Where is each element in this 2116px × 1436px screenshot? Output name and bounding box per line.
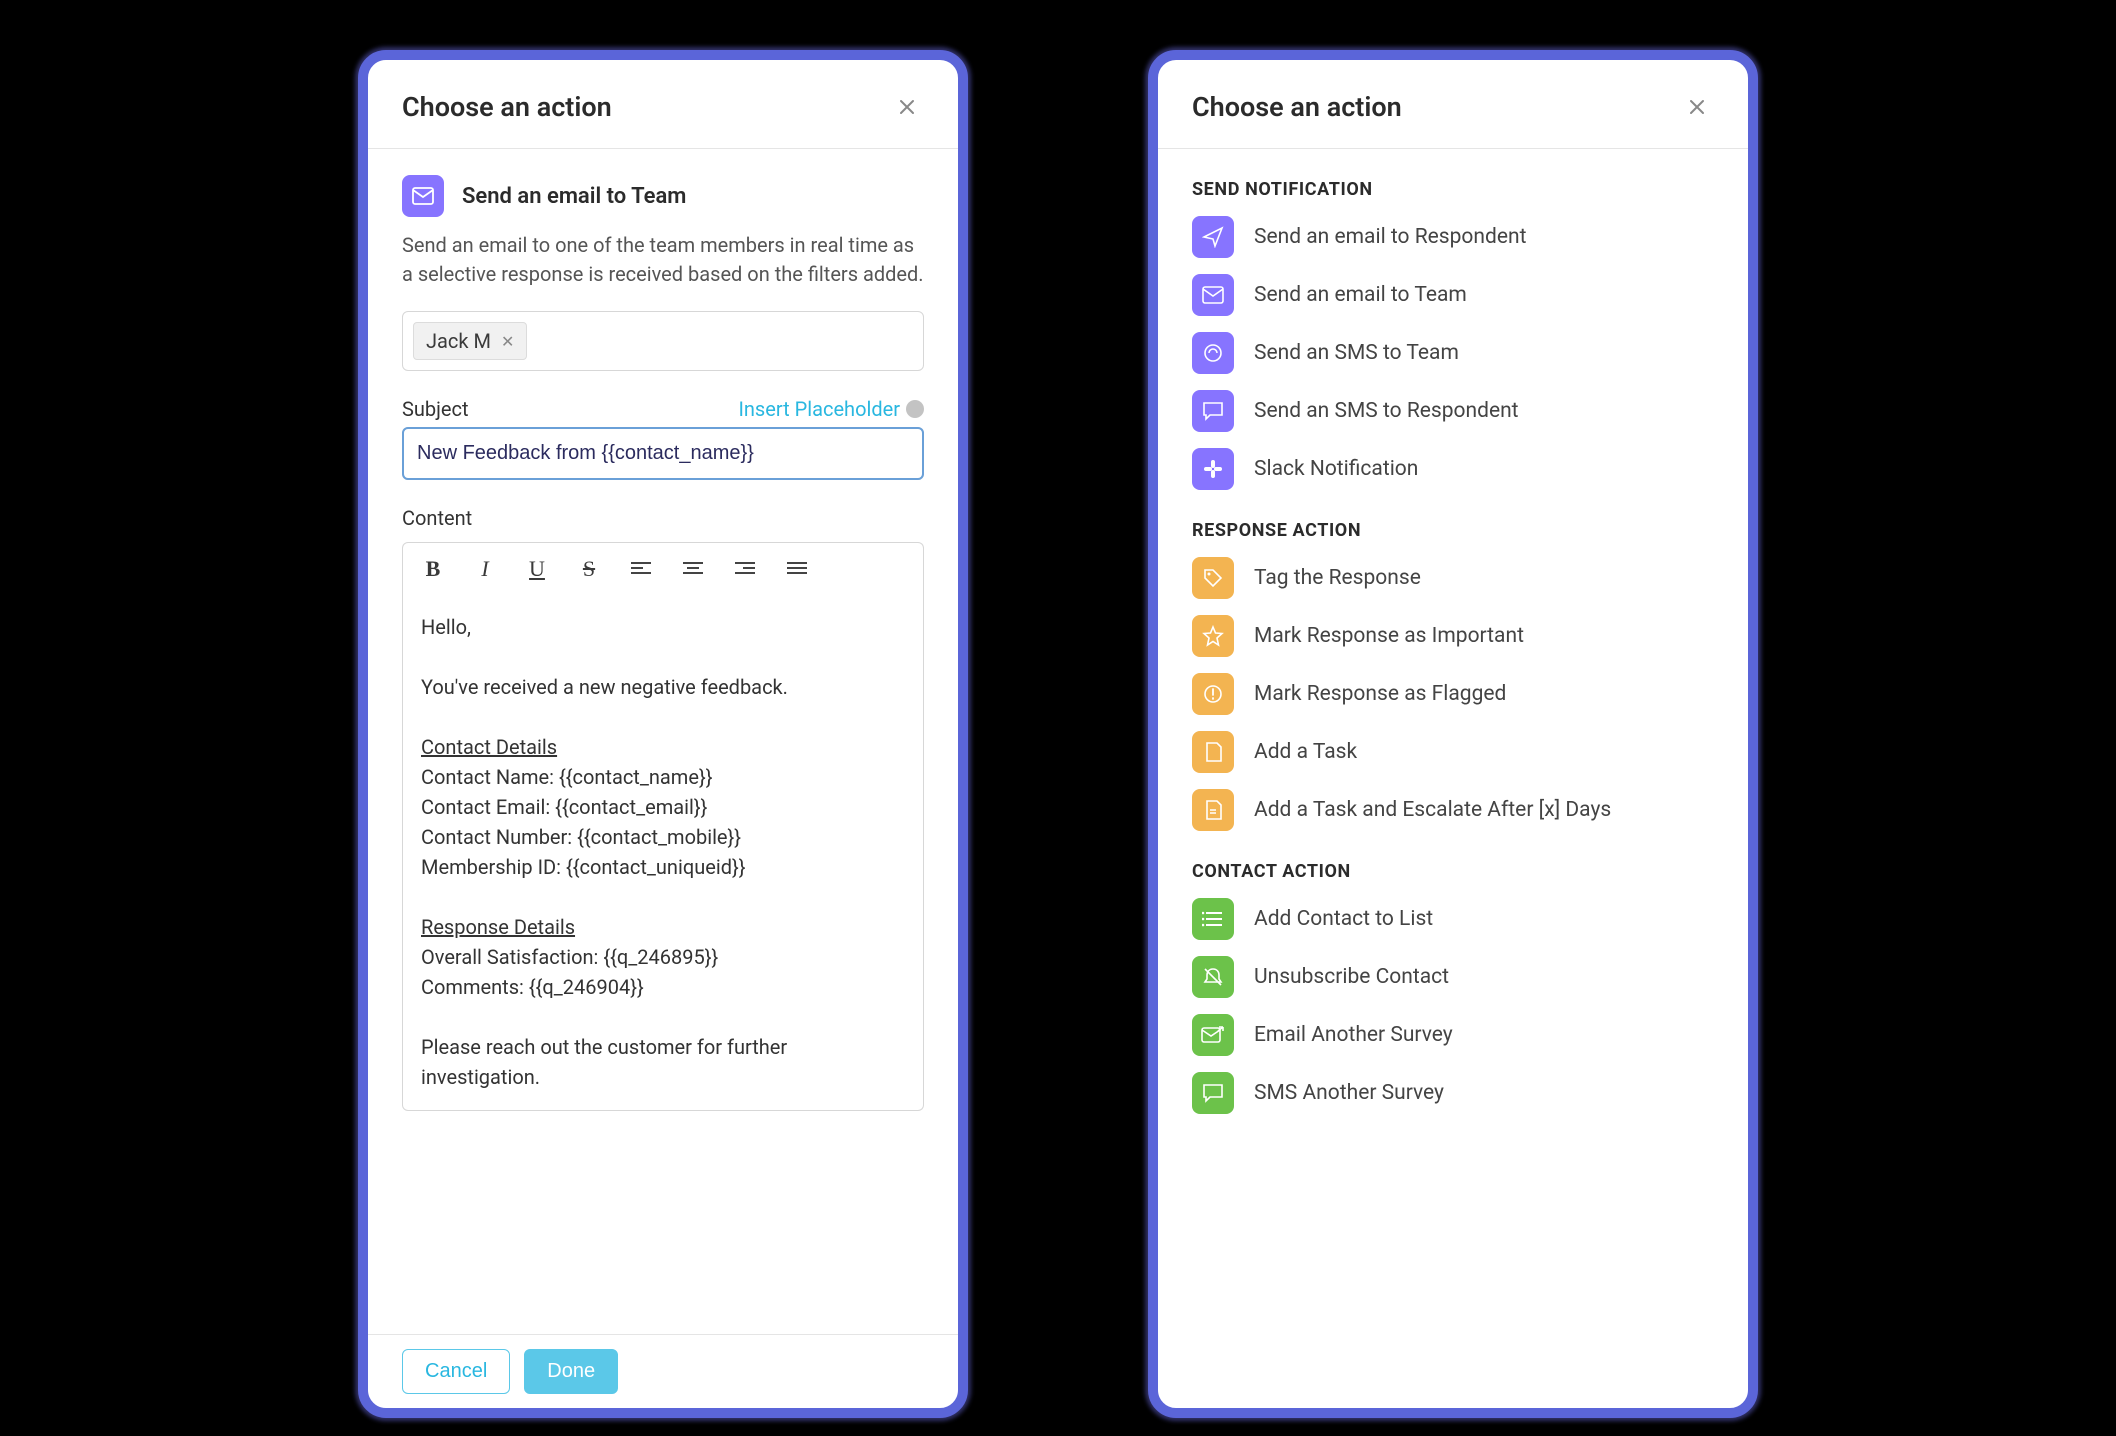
action-add-task-escalate[interactable]: Add a Task and Escalate After [x] Days <box>1192 789 1714 831</box>
subject-label: Subject <box>402 397 469 421</box>
align-justify-button[interactable] <box>771 543 823 595</box>
action-email-team[interactable]: Send an email to Team <box>1192 274 1714 316</box>
panel-body: Send an email to Team Send an email to o… <box>368 149 958 1334</box>
action-add-task[interactable]: Add a Task <box>1192 731 1714 773</box>
action-mark-important[interactable]: Mark Response as Important <box>1192 615 1714 657</box>
action-sms-team[interactable]: Send an SMS to Team <box>1192 332 1714 374</box>
panel-body: SEND NOTIFICATION Send an email to Respo… <box>1158 149 1748 1408</box>
align-center-button[interactable] <box>667 543 719 595</box>
action-description: Send an email to one of the team members… <box>402 231 924 289</box>
align-center-icon <box>683 561 703 577</box>
task-icon <box>1192 731 1234 773</box>
mail-arrow-icon <box>1192 1014 1234 1056</box>
content-label-row: Content <box>402 506 924 530</box>
close-button[interactable] <box>890 90 924 124</box>
action-email-another-survey[interactable]: Email Another Survey <box>1192 1014 1714 1056</box>
close-icon <box>899 99 915 115</box>
action-tag-response[interactable]: Tag the Response <box>1192 557 1714 599</box>
task-escalate-icon <box>1192 789 1234 831</box>
action-summary: Send an email to Team Send an email to o… <box>402 175 924 289</box>
panel-header: Choose an action <box>1158 60 1748 149</box>
close-icon <box>1689 99 1705 115</box>
list-response-action: Tag the Response Mark Response as Import… <box>1192 557 1714 831</box>
slack-icon <box>1192 448 1234 490</box>
align-right-button[interactable] <box>719 543 771 595</box>
sms-team-icon <box>1192 332 1234 374</box>
action-sms-respondent[interactable]: Send an SMS to Respondent <box>1192 390 1714 432</box>
tag-icon <box>1192 557 1234 599</box>
panel-compose-action: Choose an action Send an email to Team S… <box>358 50 968 1418</box>
list-contact-action: Add Contact to List Unsubscribe Contact … <box>1192 898 1714 1114</box>
action-name: Send an email to Team <box>462 184 686 209</box>
subject-label-row: Subject Insert Placeholder <box>402 397 924 421</box>
action-email-respondent[interactable]: Send an email to Respondent <box>1192 216 1714 258</box>
unsubscribe-icon <box>1192 956 1234 998</box>
close-button[interactable] <box>1680 90 1714 124</box>
align-left-button[interactable] <box>615 543 667 595</box>
chip-remove-icon[interactable]: ✕ <box>501 332 514 351</box>
action-slack[interactable]: Slack Notification <box>1192 448 1714 490</box>
recipients-input[interactable]: Jack M ✕ <box>402 311 924 371</box>
mail-icon <box>402 175 444 217</box>
italic-button[interactable]: I <box>459 543 511 595</box>
chat-icon <box>1192 390 1234 432</box>
bold-button[interactable]: B <box>407 543 459 595</box>
section-title-contact-action: CONTACT ACTION <box>1192 861 1714 882</box>
align-right-icon <box>735 561 755 577</box>
list-icon <box>1192 898 1234 940</box>
send-icon <box>1192 216 1234 258</box>
recipient-chip: Jack M ✕ <box>413 322 527 360</box>
message-icon <box>1192 1072 1234 1114</box>
panel-footer: Cancel Done <box>368 1334 958 1408</box>
subject-input[interactable] <box>402 427 924 480</box>
action-mark-flagged[interactable]: Mark Response as Flagged <box>1192 673 1714 715</box>
content-editor[interactable]: Hello, You've received a new negative fe… <box>402 594 924 1111</box>
chip-label: Jack M <box>426 329 491 353</box>
section-title-response-action: RESPONSE ACTION <box>1192 520 1714 541</box>
action-header-row: Send an email to Team <box>402 175 924 217</box>
underline-button[interactable]: U <box>511 543 563 595</box>
done-button[interactable]: Done <box>524 1349 618 1394</box>
panel-header: Choose an action <box>368 60 958 149</box>
section-title-send-notification: SEND NOTIFICATION <box>1192 179 1714 200</box>
panel-title: Choose an action <box>1192 91 1402 123</box>
align-left-icon <box>631 561 651 577</box>
action-unsubscribe-contact[interactable]: Unsubscribe Contact <box>1192 956 1714 998</box>
action-add-contact-list[interactable]: Add Contact to List <box>1192 898 1714 940</box>
panel-action-list: Choose an action SEND NOTIFICATION Send … <box>1148 50 1758 1418</box>
cancel-button[interactable]: Cancel <box>402 1349 510 1394</box>
insert-placeholder-link[interactable]: Insert Placeholder <box>738 397 924 421</box>
panel-title: Choose an action <box>402 91 612 123</box>
star-icon <box>1192 615 1234 657</box>
editor-toolbar: B I U S <box>402 542 924 594</box>
content-label: Content <box>402 506 472 530</box>
mail-icon <box>1192 274 1234 316</box>
list-send-notification: Send an email to Respondent Send an emai… <box>1192 216 1714 490</box>
flag-icon <box>1192 673 1234 715</box>
strikethrough-button[interactable]: S <box>563 543 615 595</box>
align-justify-icon <box>787 561 807 577</box>
action-sms-another-survey[interactable]: SMS Another Survey <box>1192 1072 1714 1114</box>
info-icon <box>906 400 924 418</box>
